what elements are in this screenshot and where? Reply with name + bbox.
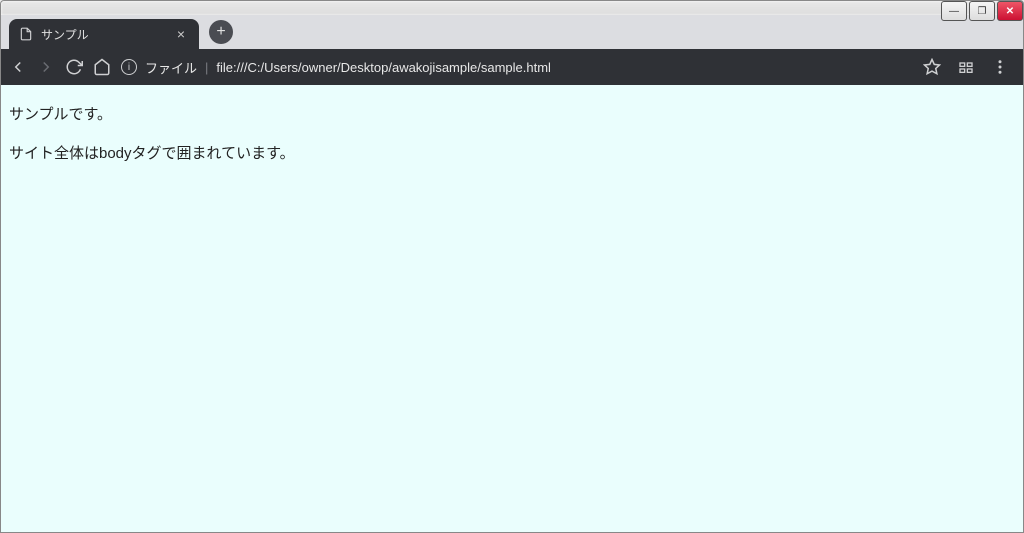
file-icon xyxy=(19,27,33,41)
extensions-icon[interactable] xyxy=(957,58,975,76)
bookmark-star-icon[interactable] xyxy=(923,58,941,76)
window-minimize-button[interactable]: — xyxy=(941,1,967,21)
window-maximize-button[interactable]: ❐ xyxy=(969,1,995,21)
home-button[interactable] xyxy=(93,58,111,76)
toolbar-right xyxy=(923,58,1015,76)
reload-button[interactable] xyxy=(65,58,83,76)
titlebar-blur xyxy=(1,1,1023,15)
window-close-button[interactable]: ✕ xyxy=(997,1,1023,21)
toolbar: i ファイル | file:///C:/Users/owner/Desktop/… xyxy=(1,49,1023,85)
tabstrip: サンプル × + xyxy=(1,15,1023,49)
page-viewport: サンプルです。 サイト全体はbodyタグで囲まれています。 xyxy=(1,85,1023,532)
body-text-1: サンプルです。 xyxy=(9,103,1015,124)
window-controls: — ❐ ✕ xyxy=(939,1,1023,21)
back-button[interactable] xyxy=(9,58,27,76)
tab-close-icon[interactable]: × xyxy=(173,26,189,42)
info-icon[interactable]: i xyxy=(121,59,137,75)
address-bar[interactable]: i ファイル | file:///C:/Users/owner/Desktop/… xyxy=(121,58,913,77)
browser-window: — ❐ ✕ サンプル × + xyxy=(0,0,1024,533)
menu-icon[interactable] xyxy=(991,58,1009,76)
tab-title: サンプル xyxy=(41,26,165,43)
body-text-2: サイト全体はbodyタグで囲まれています。 xyxy=(9,142,1015,163)
browser-tab[interactable]: サンプル × xyxy=(9,19,199,49)
address-url: file:///C:/Users/owner/Desktop/awakojisa… xyxy=(216,60,551,75)
new-tab-button[interactable]: + xyxy=(209,20,233,44)
forward-button[interactable] xyxy=(37,58,55,76)
address-separator: | xyxy=(205,60,208,75)
url-scheme-label: ファイル xyxy=(145,58,197,77)
